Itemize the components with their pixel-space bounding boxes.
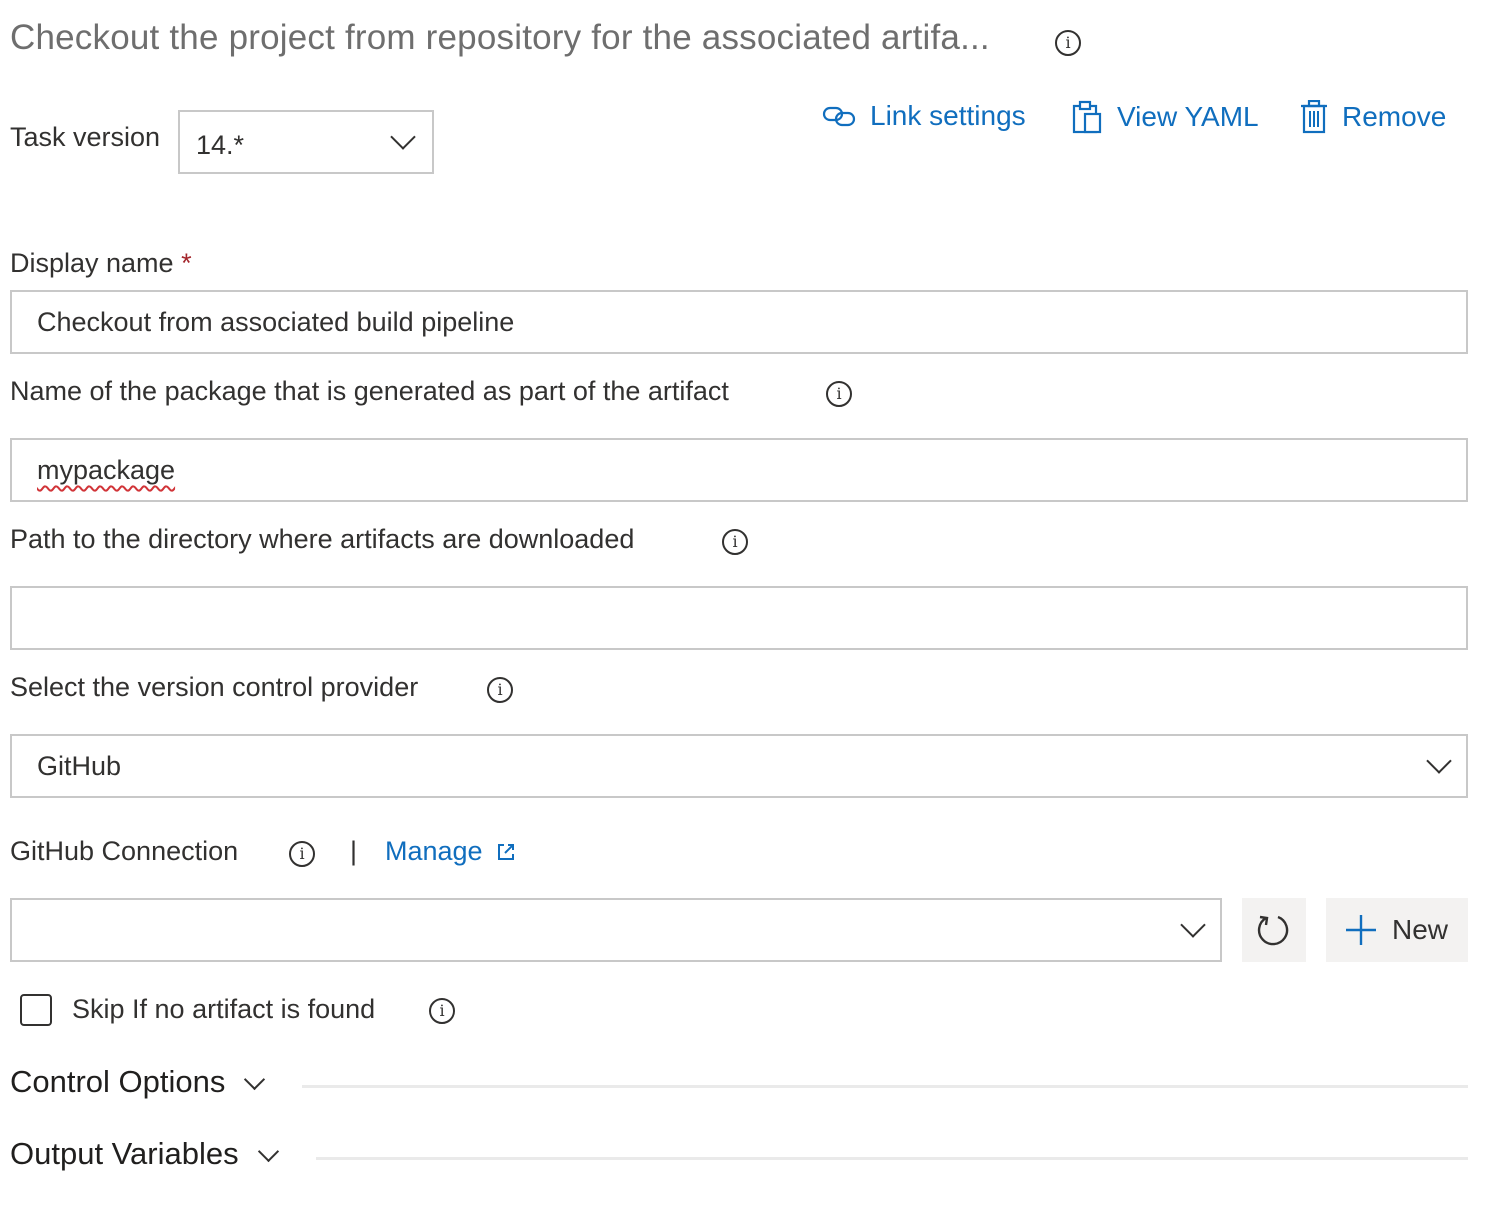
chevron-down-icon	[390, 124, 416, 150]
task-version-dropdown[interactable]: 14.*	[178, 110, 434, 174]
plus-icon	[1346, 915, 1376, 945]
info-icon[interactable]: i	[289, 841, 315, 867]
divider	[302, 1085, 1468, 1088]
output-variables-title: Output Variables	[10, 1136, 239, 1171]
separator: |	[350, 836, 358, 866]
clipboard-icon	[1072, 100, 1102, 134]
info-icon[interactable]: i	[1055, 30, 1081, 56]
display-name-label-text: Display name	[10, 248, 174, 278]
external-link-icon	[497, 843, 514, 860]
skip-checkbox-label: Skip If no artifact is found	[72, 994, 376, 1024]
task-version-label: Task version	[10, 122, 161, 152]
chevron-down-icon	[257, 1140, 281, 1166]
skip-checkbox[interactable]	[20, 994, 52, 1026]
package-name-label: Name of the package that is generated as…	[10, 376, 729, 406]
github-connection-dropdown[interactable]	[10, 898, 1222, 962]
refresh-icon	[1257, 915, 1289, 946]
info-icon[interactable]: i	[826, 381, 852, 407]
link-settings-label: Link settings	[870, 100, 1026, 131]
info-icon[interactable]: i	[487, 677, 513, 703]
info-icon[interactable]: i	[722, 529, 748, 555]
chevron-down-icon	[1180, 912, 1206, 938]
trash-icon	[1301, 100, 1327, 134]
link-settings-button[interactable]: Link settings	[822, 100, 1026, 132]
package-name-input[interactable]: mypackage	[10, 438, 1468, 502]
chevron-down-icon	[1426, 748, 1452, 774]
download-path-input[interactable]	[10, 586, 1468, 650]
display-name-input[interactable]: Checkout from associated build pipeline	[10, 290, 1468, 354]
task-version-value: 14.*	[196, 130, 245, 160]
manage-label: Manage	[385, 836, 483, 866]
remove-button[interactable]: Remove	[1300, 100, 1446, 134]
refresh-button[interactable]	[1242, 898, 1306, 962]
new-button-label: New	[1392, 914, 1449, 945]
required-mark: *	[181, 248, 192, 278]
remove-label: Remove	[1342, 101, 1447, 132]
view-yaml-label: View YAML	[1117, 101, 1259, 132]
view-yaml-button[interactable]: View YAML	[1071, 100, 1259, 134]
package-name-value: mypackage	[37, 455, 176, 485]
control-options-title: Control Options	[10, 1064, 226, 1099]
download-path-label: Path to the directory where artifacts ar…	[10, 524, 635, 554]
manage-link[interactable]: Manage	[385, 836, 515, 867]
output-variables-section[interactable]: Output Variables	[10, 1136, 281, 1172]
vcs-provider-value: GitHub	[37, 751, 122, 781]
vcs-provider-dropdown[interactable]: GitHub	[10, 734, 1468, 798]
page-title: Checkout the project from repository for…	[10, 18, 990, 57]
divider	[316, 1157, 1468, 1160]
chevron-down-icon	[243, 1068, 267, 1094]
control-options-section[interactable]: Control Options	[10, 1064, 267, 1100]
display-name-label: Display name *	[10, 248, 192, 279]
vcs-provider-label: Select the version control provider	[10, 672, 419, 702]
link-icon	[822, 106, 856, 127]
new-connection-button[interactable]: New	[1326, 898, 1468, 962]
github-connection-label: GitHub Connection	[10, 836, 239, 866]
info-icon[interactable]: i	[429, 998, 455, 1024]
